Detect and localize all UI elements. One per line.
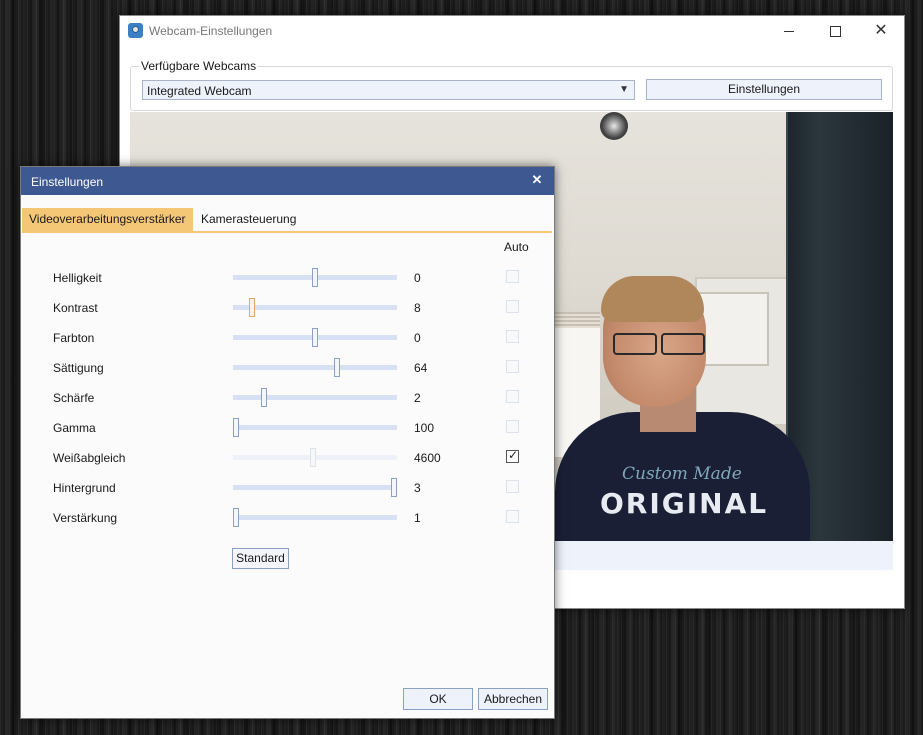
setting-slider[interactable] — [233, 418, 397, 437]
auto-checkbox[interactable] — [506, 360, 519, 373]
preview-blind — [555, 312, 600, 328]
setting-value: 8 — [414, 301, 421, 315]
close-icon[interactable]: ✕ — [527, 172, 547, 190]
setting-row: Gamma 100 — [21, 417, 554, 447]
slider-thumb[interactable] — [249, 298, 255, 317]
auto-checkbox[interactable] — [506, 330, 519, 343]
preview-glasses-left — [613, 333, 657, 355]
setting-value: 0 — [414, 331, 421, 345]
slider-thumb[interactable] — [391, 478, 397, 497]
settings-dialog: Einstellungen ✕ Videoverarbeitungsverstä… — [20, 166, 555, 719]
setting-slider[interactable] — [233, 388, 397, 407]
preview-person-hair — [601, 276, 704, 322]
tab-strip: Videoverarbeitungsverstärker Kamerasteue… — [22, 208, 552, 233]
webcam-select-value: Integrated Webcam — [147, 84, 252, 98]
setting-label: Gamma — [53, 421, 96, 435]
slider-thumb[interactable] — [312, 268, 318, 287]
setting-value: 100 — [414, 421, 435, 435]
setting-slider — [233, 448, 397, 467]
auto-checkbox[interactable] — [506, 448, 519, 463]
dialog-titlebar[interactable]: Einstellungen ✕ — [21, 167, 554, 195]
auto-checkbox[interactable] — [506, 270, 519, 283]
available-webcams-label: Verfügbare Webcams — [139, 59, 259, 73]
auto-checkbox[interactable] — [506, 420, 519, 433]
setting-value: 4600 — [414, 451, 441, 465]
ok-button[interactable]: OK — [403, 688, 473, 710]
setting-slider[interactable] — [233, 268, 397, 287]
setting-label: Sättigung — [53, 361, 104, 375]
preview-glasses-right — [661, 333, 705, 355]
shirt-script: Custom Made — [622, 464, 742, 484]
slider-thumb[interactable] — [261, 388, 267, 407]
setting-value: 2 — [414, 391, 421, 405]
setting-label: Farbton — [53, 331, 95, 345]
setting-slider[interactable] — [233, 298, 397, 317]
setting-label: Hintergrund — [53, 481, 116, 495]
slider-thumb[interactable] — [312, 328, 318, 347]
cancel-button[interactable]: Abbrechen — [478, 688, 548, 710]
setting-row: Weißabgleich 4600 — [21, 447, 554, 477]
tab-video-processing[interactable]: Videoverarbeitungsverstärker — [22, 208, 193, 231]
dropdown-arrow-icon[interactable]: ▼ — [619, 84, 629, 95]
slider-thumb[interactable] — [334, 358, 340, 377]
setting-row: Sättigung 64 — [21, 357, 554, 387]
setting-label: Weißabgleich — [53, 451, 126, 465]
main-window-title: Webcam-Einstellungen — [149, 24, 273, 38]
tab-camera-control[interactable]: Kamerasteuerung — [194, 208, 304, 231]
setting-value: 0 — [414, 271, 421, 285]
setting-value: 1 — [414, 511, 421, 525]
setting-slider[interactable] — [233, 358, 397, 377]
auto-checkbox[interactable] — [506, 510, 519, 523]
setting-value: 64 — [414, 361, 428, 375]
webcam-select[interactable]: Integrated Webcam ▼ — [142, 80, 635, 100]
setting-slider[interactable] — [233, 328, 397, 347]
auto-checkbox[interactable] — [506, 480, 519, 493]
setting-value: 3 — [414, 481, 421, 495]
auto-checkbox[interactable] — [506, 300, 519, 313]
auto-column-header: Auto — [504, 240, 529, 254]
slider-thumb[interactable] — [233, 418, 239, 437]
settings-button[interactable]: Einstellungen — [646, 79, 882, 100]
setting-row: Hintergrund 3 — [21, 477, 554, 507]
setting-slider[interactable] — [233, 508, 397, 527]
setting-row: Schärfe 2 — [21, 387, 554, 417]
setting-row: Farbton 0 — [21, 327, 554, 357]
setting-row: Verstärkung 1 — [21, 507, 554, 537]
slider-thumb[interactable] — [233, 508, 239, 527]
slider-thumb — [310, 448, 316, 467]
maximize-button[interactable] — [812, 16, 858, 47]
setting-label: Kontrast — [53, 301, 98, 315]
preview-lamp — [600, 112, 628, 140]
close-icon[interactable]: ✕ — [858, 16, 904, 47]
minimize-button[interactable] — [766, 16, 812, 47]
setting-row: Helligkeit 0 — [21, 267, 554, 297]
webcam-app-icon — [128, 23, 143, 38]
setting-label: Helligkeit — [53, 271, 102, 285]
setting-slider[interactable] — [233, 478, 397, 497]
main-titlebar[interactable]: Webcam-Einstellungen ✕ — [120, 16, 904, 47]
shirt-print: ORIGINAL — [600, 487, 769, 520]
setting-label: Verstärkung — [53, 511, 118, 525]
preview-shelf-inner — [695, 292, 769, 366]
standard-button[interactable]: Standard — [232, 548, 289, 569]
setting-label: Schärfe — [53, 391, 95, 405]
dialog-title: Einstellungen — [31, 175, 104, 189]
setting-row: Kontrast 8 — [21, 297, 554, 327]
auto-checkbox[interactable] — [506, 390, 519, 403]
